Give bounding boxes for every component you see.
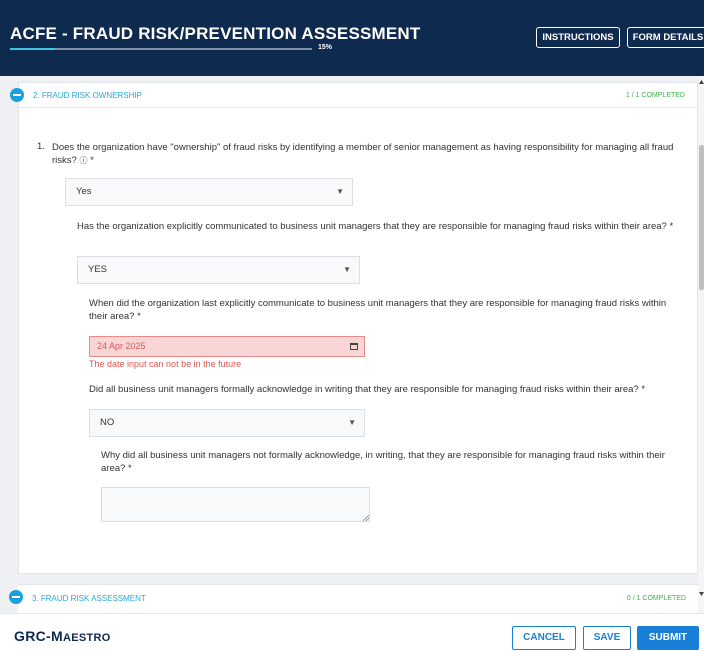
progress-label: 15% <box>318 44 333 51</box>
question-1a2-text: Did all business unit managers formally … <box>89 383 689 396</box>
section-completion-count: 1 / 1 COMPLETED <box>625 92 685 99</box>
question-1a2a-text: Why did all business unit managers not f… <box>101 449 687 475</box>
section-header[interactable]: 2. FRAUD RISK OWNERSHIP 1 / 1 COMPLETED <box>10 83 697 108</box>
question-1-select[interactable]: Yes ▼ <box>65 178 353 206</box>
question-1a-label: Has the organization explicitly communic… <box>77 221 667 232</box>
select-value: YES <box>88 264 108 275</box>
required-marker: * <box>137 311 141 322</box>
form-title: ACFE - FRAUD RISK/PREVENTION ASSESSMENT <box>10 24 421 43</box>
explanation-textarea[interactable] <box>101 487 370 522</box>
date-error-message: The date input can not be in the future <box>89 359 242 369</box>
required-marker: * <box>669 221 674 232</box>
app-footer: GRC-MAESTRO CANCEL SAVE SUBMIT <box>0 613 704 651</box>
section-completion-count: 0 / 1 COMPLETED <box>626 595 686 602</box>
question-1-text: Does the organization have "ownership" o… <box>52 141 688 167</box>
progress-bar <box>10 48 312 50</box>
question-1a-select[interactable]: YES ▼ <box>77 256 360 284</box>
question-1a2a-label: Why did all business unit managers not f… <box>101 450 665 474</box>
required-marker: * <box>127 463 132 474</box>
app-header: ACFE - FRAUD RISK/PREVENTION ASSESSMENT … <box>0 0 704 76</box>
save-button[interactable]: SAVE <box>583 626 631 650</box>
required-marker: * <box>641 384 646 395</box>
dropdown-arrow-icon: ▼ <box>343 265 351 274</box>
section-title: 3. FRAUD RISK ASSESSMENT <box>32 594 146 603</box>
select-value: Yes <box>76 186 92 197</box>
collapse-minus-icon[interactable] <box>10 88 24 102</box>
section-title: 2. FRAUD RISK OWNERSHIP <box>33 91 142 100</box>
date-input[interactable]: 24 Apr 2025 <box>89 336 365 357</box>
question-1a-text: Has the organization explicitly communic… <box>77 220 687 233</box>
select-value: NO <box>100 417 115 428</box>
calendar-icon[interactable] <box>350 343 358 350</box>
progress-bar-fill <box>10 48 56 50</box>
question-1-label: Does the organization have "ownership" o… <box>52 142 674 166</box>
form-details-button[interactable]: FORM DETAILS <box>627 27 704 48</box>
section-fraud-risk-assessment[interactable]: 3. FRAUD RISK ASSESSMENT 0 / 1 COMPLETED <box>9 584 698 613</box>
required-marker: * <box>90 155 94 166</box>
submit-button[interactable]: SUBMIT <box>637 626 699 650</box>
cancel-button[interactable]: CANCEL <box>512 626 576 650</box>
scroll-down-arrow-icon[interactable] <box>699 592 704 596</box>
date-value: 24 Apr 2025 <box>97 341 146 351</box>
info-icon[interactable]: ⓘ <box>79 156 87 165</box>
collapse-minus-icon[interactable] <box>9 590 23 604</box>
question-1a2-select[interactable]: NO ▼ <box>89 409 365 437</box>
dropdown-arrow-icon: ▼ <box>336 187 344 196</box>
grc-maestro-logo: GRC-MAESTRO <box>14 628 111 644</box>
question-number: 1. <box>37 141 45 152</box>
question-1a2-label: Did all business unit managers formally … <box>89 384 639 395</box>
question-1a1-label: When did the organization last explicitl… <box>89 298 667 322</box>
instructions-button[interactable]: INSTRUCTIONS <box>536 27 620 48</box>
scrollbar-thumb[interactable] <box>699 145 704 290</box>
dropdown-arrow-icon: ▼ <box>348 418 356 427</box>
scroll-up-arrow-icon[interactable] <box>699 80 704 84</box>
question-1a1-text: When did the organization last explicitl… <box>89 297 687 323</box>
resize-grip-icon[interactable] <box>363 515 369 521</box>
